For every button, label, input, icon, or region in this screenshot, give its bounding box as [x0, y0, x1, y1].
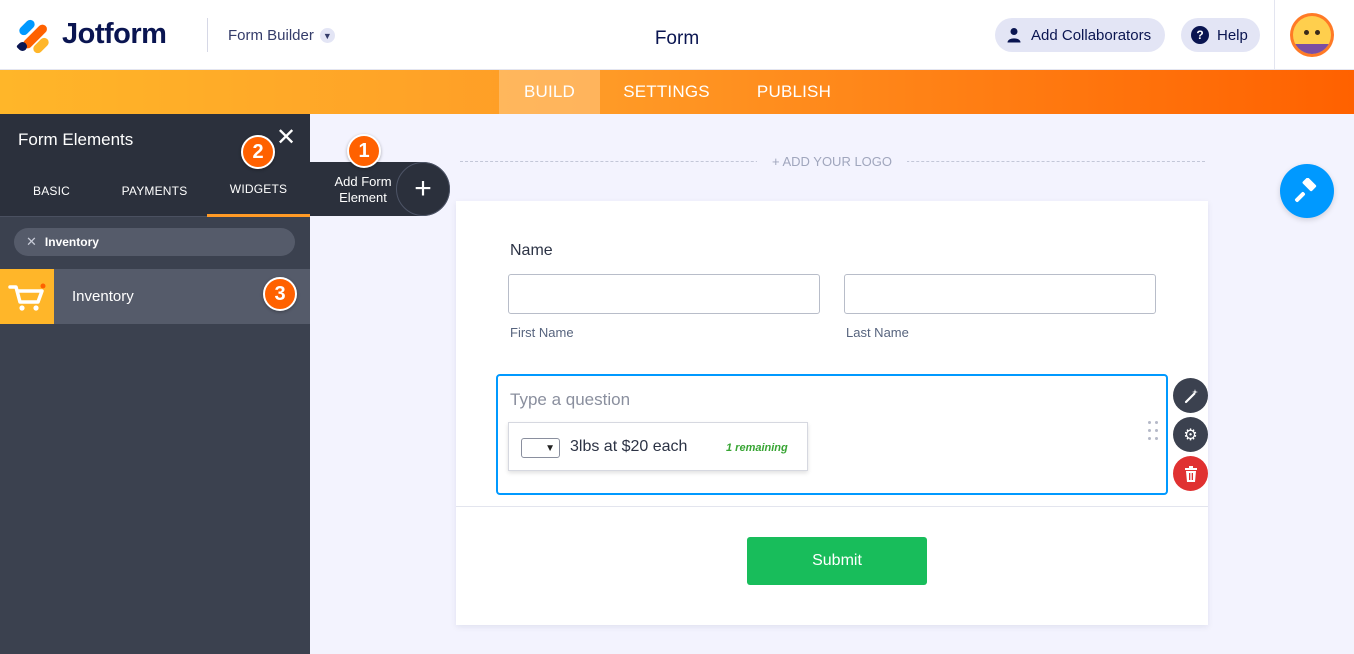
- widget-result-label: Inventory: [72, 288, 134, 305]
- gear-icon[interactable]: ⚙: [1173, 417, 1208, 452]
- submit-button[interactable]: Submit: [747, 537, 927, 585]
- inventory-widget: ▼ 3lbs at $20 each 1 remaining: [508, 422, 808, 471]
- first-name-sublabel: First Name: [510, 325, 574, 340]
- step-badge-3: 3: [263, 277, 297, 311]
- tab-settings[interactable]: SETTINGS: [610, 70, 723, 114]
- form-builder-dropdown[interactable]: Form Builder ▼: [228, 27, 335, 44]
- builder-nav: BUILD SETTINGS PUBLISH: [0, 70, 1354, 114]
- avatar[interactable]: [1290, 13, 1334, 57]
- question-icon: ?: [1191, 26, 1209, 44]
- add-collaborators-button[interactable]: Add Collaborators: [995, 18, 1165, 52]
- tab-publish[interactable]: PUBLISH: [740, 70, 848, 114]
- paint-roller-icon: [1294, 178, 1317, 203]
- question-placeholder[interactable]: Type a question: [510, 390, 630, 410]
- user-icon: [1005, 26, 1023, 44]
- panel-tabs: BASIC PAYMENTS WIDGETS: [0, 164, 310, 217]
- last-name-input[interactable]: [844, 274, 1156, 314]
- name-field-label[interactable]: Name: [510, 242, 553, 260]
- step-badge-1: 1: [347, 134, 381, 168]
- app-header: Jotform Form Builder ▼ Form Add Collabor…: [0, 0, 1354, 70]
- add-collaborators-label: Add Collaborators: [1031, 26, 1152, 44]
- form-card: Name First Name Last Name Type a questio…: [456, 201, 1208, 625]
- header-divider: [207, 18, 208, 52]
- close-icon[interactable]: ✕: [276, 126, 296, 150]
- add-form-element-button[interactable]: Add Form Element +: [310, 162, 450, 216]
- chevron-down-icon: ▼: [319, 28, 335, 43]
- drag-handle-icon[interactable]: [1148, 421, 1160, 445]
- form-elements-panel: Form Elements ✕ BASIC PAYMENTS WIDGETS ✕…: [0, 114, 310, 654]
- form-builder-label: Form Builder: [228, 27, 314, 44]
- search-value: Inventory: [44, 235, 99, 249]
- quantity-select[interactable]: ▼: [521, 438, 560, 458]
- jotform-logo-icon: [16, 17, 51, 55]
- inventory-question-field[interactable]: Type a question ▼ 3lbs at $20 each 1 rem…: [496, 374, 1168, 495]
- step-badge-2: 2: [241, 135, 275, 169]
- form-designer-button[interactable]: [1280, 164, 1334, 218]
- brand-name: Jotform: [62, 18, 167, 50]
- avatar-face-icon: [1293, 16, 1331, 54]
- tab-payments[interactable]: PAYMENTS: [103, 164, 206, 217]
- card-divider: [456, 506, 1208, 507]
- help-label: Help: [1217, 26, 1248, 44]
- help-button[interactable]: ? Help: [1181, 18, 1260, 52]
- header-separator: [1274, 0, 1275, 70]
- jotform-logo[interactable]: Jotform: [16, 17, 167, 55]
- wand-icon[interactable]: [1173, 378, 1208, 413]
- tab-widgets[interactable]: WIDGETS: [207, 164, 310, 217]
- tab-build[interactable]: BUILD: [499, 70, 600, 114]
- last-name-sublabel: Last Name: [846, 325, 909, 340]
- trash-icon[interactable]: [1173, 456, 1208, 491]
- panel-title: Form Elements: [18, 130, 134, 149]
- plus-icon[interactable]: +: [396, 162, 450, 216]
- add-logo-link[interactable]: + ADD YOUR LOGO: [757, 154, 907, 169]
- widget-search-input[interactable]: ✕ Inventory: [14, 228, 295, 256]
- shopping-cart-icon: [0, 269, 54, 324]
- inventory-remaining: 1 remaining: [726, 442, 788, 454]
- first-name-input[interactable]: [508, 274, 820, 314]
- tab-basic[interactable]: BASIC: [0, 164, 103, 217]
- clear-search-icon[interactable]: ✕: [26, 234, 37, 250]
- add-form-element-label: Add Form Element: [334, 174, 392, 205]
- inventory-item-label: 3lbs at $20 each: [570, 438, 688, 455]
